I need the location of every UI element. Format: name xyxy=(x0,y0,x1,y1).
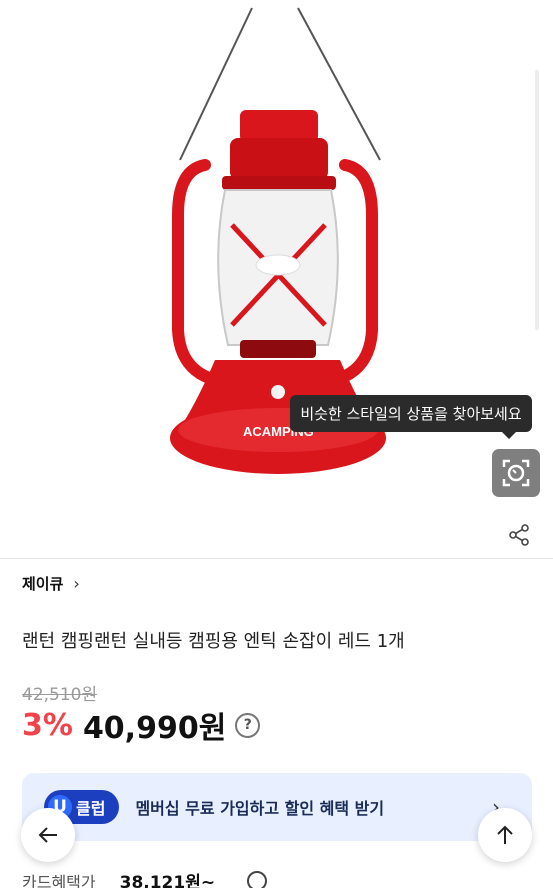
discount-rate: 3% xyxy=(22,707,73,743)
card-benefit-price: 38,121원~ xyxy=(119,873,216,888)
uclub-badge-text: 클럽 xyxy=(76,799,106,818)
chevron-right-icon: › xyxy=(73,574,80,593)
sale-price: 40,990원 xyxy=(82,711,227,746)
product-title: 랜턴 캠핑랜턴 실내등 캠핑용 엔틱 손잡이 레드 1개 xyxy=(22,631,405,652)
back-button[interactable] xyxy=(21,808,75,862)
tooltip-text: 비슷한 스타일의 상품을 찾아보세요 xyxy=(300,405,522,423)
share-button[interactable] xyxy=(504,520,534,550)
original-price: 42,510원 xyxy=(22,685,98,705)
share-icon xyxy=(509,524,529,546)
scroll-top-button[interactable] xyxy=(478,808,532,862)
chevron-down-icon[interactable] xyxy=(247,870,268,888)
similar-style-tooltip: 비슷한 스타일의 상품을 찾아보세요 xyxy=(290,395,532,439)
section-divider xyxy=(0,558,553,559)
question-circle-icon[interactable]: ? xyxy=(235,712,261,738)
arrow-left-icon xyxy=(38,827,57,843)
brand-name: 제이큐 xyxy=(22,575,64,593)
card-benefit-label: 카드혜택가 xyxy=(22,872,96,888)
camera-search-icon xyxy=(502,459,530,487)
visual-search-button[interactable] xyxy=(492,449,540,497)
image-scrollbar[interactable] xyxy=(535,70,539,330)
arrow-up-icon xyxy=(497,825,513,844)
brand-link[interactable]: 제이큐 › xyxy=(22,573,80,594)
card-benefit-row[interactable]: 카드혜택가 38,121원~ xyxy=(22,868,268,888)
price-row: 3% 40,990원 ? xyxy=(22,704,261,746)
membership-text: 멤버십 무료 가입하고 할인 혜택 받기 xyxy=(135,799,385,818)
product-image-area[interactable]: ACAMPING xyxy=(0,0,553,558)
membership-banner[interactable]: U 클럽 멤버십 무료 가입하고 할인 혜택 받기 › xyxy=(22,773,532,841)
lantern-product-image: ACAMPING xyxy=(170,7,386,474)
